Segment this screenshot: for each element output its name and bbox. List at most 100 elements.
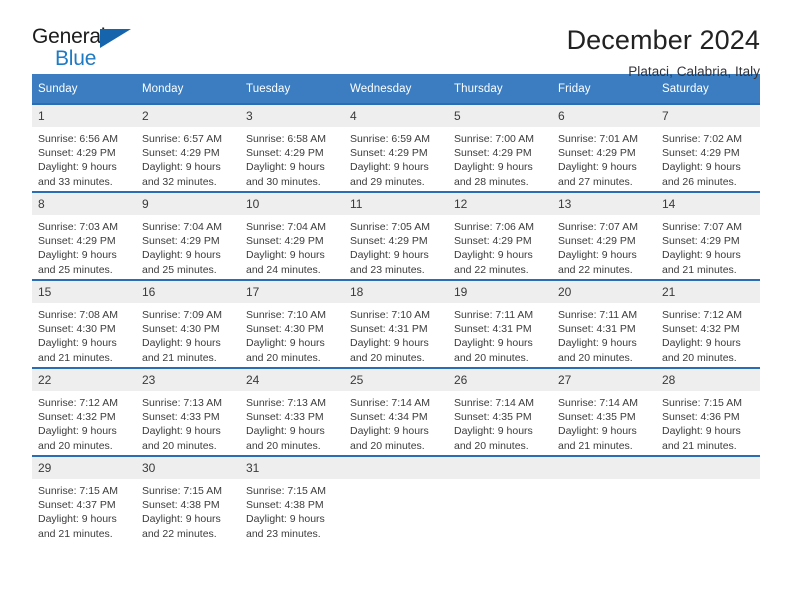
sunset-time: Sunset: 4:35 PM (454, 411, 532, 424)
daylight-duration-line1: Daylight: 9 hours (662, 161, 741, 174)
day-number: 19 (448, 281, 552, 303)
calendar-day-cell[interactable]: 19 Sunrise: 7:11 AM Sunset: 4:31 PM Dayligh… (448, 279, 552, 368)
day-number: 27 (552, 369, 656, 391)
sunset-time: Sunset: 4:29 PM (142, 147, 220, 160)
calendar-day-cell[interactable]: 25 Sunrise: 7:14 AM Sunset: 4:34 PM Dayligh… (344, 367, 448, 456)
calendar-day-cell[interactable]: 6 Sunrise: 7:01 AM Sunset: 4:29 PM Daylight… (552, 103, 656, 192)
calendar-day-cell[interactable]: 21 Sunrise: 7:12 AM Sunset: 4:32 PM Dayligh… (656, 279, 760, 368)
calendar-week-row: 8 Sunrise: 7:03 AM Sunset: 4:29 PM Daylight… (32, 191, 760, 280)
sunrise-time: Sunrise: 7:14 AM (558, 397, 638, 409)
daylight-duration-line1: Daylight: 9 hours (350, 425, 429, 438)
sunset-time: Sunset: 4:36 PM (662, 411, 740, 424)
day-details: Sunrise: 7:15 AM Sunset: 4:37 PM Daylight:… (32, 479, 136, 541)
day-number (344, 457, 448, 479)
calendar-day-cell-empty (552, 455, 656, 543)
calendar-day-cell[interactable]: 4 Sunrise: 6:59 AM Sunset: 4:29 PM Daylight… (344, 103, 448, 192)
day-details: Sunrise: 7:14 AM Sunset: 4:35 PM Daylight:… (552, 391, 656, 453)
sunrise-time: Sunrise: 7:01 AM (558, 133, 638, 145)
calendar-day-cell[interactable]: 31 Sunrise: 7:15 AM Sunset: 4:38 PM Dayligh… (240, 455, 344, 543)
calendar-day-cell[interactable]: 18 Sunrise: 7:10 AM Sunset: 4:31 PM Dayligh… (344, 279, 448, 368)
sunset-time: Sunset: 4:29 PM (454, 235, 532, 248)
calendar-day-cell[interactable]: 1 Sunrise: 6:56 AM Sunset: 4:29 PM Daylight… (32, 103, 136, 192)
sunset-time: Sunset: 4:32 PM (662, 323, 740, 336)
calendar-day-cell[interactable]: 3 Sunrise: 6:58 AM Sunset: 4:29 PM Daylight… (240, 103, 344, 192)
calendar-day-cell[interactable]: 16 Sunrise: 7:09 AM Sunset: 4:30 PM Dayligh… (136, 279, 240, 368)
calendar-day-cell[interactable]: 30 Sunrise: 7:15 AM Sunset: 4:38 PM Dayligh… (136, 455, 240, 543)
calendar-day-cell[interactable]: 20 Sunrise: 7:11 AM Sunset: 4:31 PM Dayligh… (552, 279, 656, 368)
day-number: 15 (32, 281, 136, 303)
daylight-duration-line1: Daylight: 9 hours (350, 337, 429, 350)
day-number: 21 (656, 281, 760, 303)
day-number (448, 457, 552, 479)
blue-triangle-flag-icon (100, 29, 131, 48)
sunrise-time: Sunrise: 7:04 AM (246, 221, 326, 233)
day-number: 11 (344, 193, 448, 215)
daylight-duration-line1: Daylight: 9 hours (38, 337, 117, 350)
calendar-day-cell[interactable]: 22 Sunrise: 7:12 AM Sunset: 4:32 PM Dayligh… (32, 367, 136, 456)
calendar-day-cell[interactable]: 14 Sunrise: 7:07 AM Sunset: 4:29 PM Dayligh… (656, 191, 760, 280)
daylight-duration-line2: and 33 minutes. (38, 175, 113, 188)
sunset-time: Sunset: 4:29 PM (662, 147, 740, 160)
sunset-time: Sunset: 4:33 PM (246, 411, 324, 424)
daylight-duration-line2: and 22 minutes. (558, 263, 633, 276)
daylight-duration-line2: and 20 minutes. (454, 351, 529, 364)
calendar-day-cell[interactable]: 2 Sunrise: 6:57 AM Sunset: 4:29 PM Daylight… (136, 103, 240, 192)
day-details: Sunrise: 7:08 AM Sunset: 4:30 PM Daylight:… (32, 303, 136, 365)
daylight-duration-line2: and 22 minutes. (142, 527, 217, 540)
calendar-day-cell[interactable]: 11 Sunrise: 7:05 AM Sunset: 4:29 PM Dayligh… (344, 191, 448, 280)
calendar-day-cell[interactable]: 13 Sunrise: 7:07 AM Sunset: 4:29 PM Dayligh… (552, 191, 656, 280)
calendar-week-row: 15 Sunrise: 7:08 AM Sunset: 4:30 PM Dayligh… (32, 279, 760, 368)
weekday-header-monday: Monday (136, 74, 240, 104)
page-title: December 2024 (566, 25, 760, 55)
calendar-day-cell[interactable]: 7 Sunrise: 7:02 AM Sunset: 4:29 PM Daylight… (656, 103, 760, 192)
day-number: 9 (136, 193, 240, 215)
day-details: Sunrise: 7:02 AM Sunset: 4:29 PM Daylight:… (656, 127, 760, 189)
daylight-duration-line2: and 21 minutes. (38, 351, 113, 364)
daylight-duration-line1: Daylight: 9 hours (454, 337, 533, 350)
calendar-day-cell[interactable]: 26 Sunrise: 7:14 AM Sunset: 4:35 PM Dayligh… (448, 367, 552, 456)
calendar-body: 1 Sunrise: 6:56 AM Sunset: 4:29 PM Daylight… (32, 103, 760, 543)
sunrise-time: Sunrise: 7:10 AM (350, 309, 430, 321)
calendar-day-cell[interactable]: 15 Sunrise: 7:08 AM Sunset: 4:30 PM Dayligh… (32, 279, 136, 368)
calendar-day-cell[interactable]: 17 Sunrise: 7:10 AM Sunset: 4:30 PM Dayligh… (240, 279, 344, 368)
day-details: Sunrise: 7:11 AM Sunset: 4:31 PM Daylight:… (552, 303, 656, 365)
daylight-duration-line2: and 29 minutes. (350, 175, 425, 188)
day-details: Sunrise: 7:07 AM Sunset: 4:29 PM Daylight:… (656, 215, 760, 277)
daylight-duration-line2: and 25 minutes. (142, 263, 217, 276)
day-details: Sunrise: 7:12 AM Sunset: 4:32 PM Daylight:… (656, 303, 760, 365)
sunrise-time: Sunrise: 7:02 AM (662, 133, 742, 145)
calendar-day-cell[interactable]: 28 Sunrise: 7:15 AM Sunset: 4:36 PM Dayligh… (656, 367, 760, 456)
general-blue-logo: General Blue (32, 26, 142, 72)
daylight-duration-line2: and 20 minutes. (350, 351, 425, 364)
daylight-duration-line2: and 28 minutes. (454, 175, 529, 188)
calendar-day-cell[interactable]: 24 Sunrise: 7:13 AM Sunset: 4:33 PM Dayligh… (240, 367, 344, 456)
calendar-day-cell[interactable]: 12 Sunrise: 7:06 AM Sunset: 4:29 PM Dayligh… (448, 191, 552, 280)
daylight-duration-line1: Daylight: 9 hours (662, 337, 741, 350)
calendar-day-cell-empty (656, 455, 760, 543)
calendar-day-cell[interactable]: 8 Sunrise: 7:03 AM Sunset: 4:29 PM Daylight… (32, 191, 136, 280)
calendar-day-cell[interactable]: 27 Sunrise: 7:14 AM Sunset: 4:35 PM Dayligh… (552, 367, 656, 456)
daylight-duration-line1: Daylight: 9 hours (662, 249, 741, 262)
weekday-header-sunday: Sunday (32, 74, 136, 104)
daylight-duration-line2: and 25 minutes. (38, 263, 113, 276)
day-details: Sunrise: 7:07 AM Sunset: 4:29 PM Daylight:… (552, 215, 656, 277)
daylight-duration-line2: and 22 minutes. (454, 263, 529, 276)
daylight-duration-line1: Daylight: 9 hours (142, 425, 221, 438)
daylight-duration-line2: and 21 minutes. (142, 351, 217, 364)
calendar-day-cell[interactable]: 9 Sunrise: 7:04 AM Sunset: 4:29 PM Daylight… (136, 191, 240, 280)
daylight-duration-line1: Daylight: 9 hours (246, 249, 325, 262)
day-details: Sunrise: 6:56 AM Sunset: 4:29 PM Daylight:… (32, 127, 136, 189)
daylight-duration-line2: and 21 minutes. (38, 527, 113, 540)
calendar-day-cell[interactable]: 29 Sunrise: 7:15 AM Sunset: 4:37 PM Dayligh… (32, 455, 136, 543)
daylight-duration-line2: and 24 minutes. (246, 263, 321, 276)
calendar-day-cell[interactable]: 10 Sunrise: 7:04 AM Sunset: 4:29 PM Dayligh… (240, 191, 344, 280)
sunrise-time: Sunrise: 7:14 AM (454, 397, 534, 409)
sunset-time: Sunset: 4:29 PM (558, 147, 636, 160)
calendar-day-cell[interactable]: 23 Sunrise: 7:13 AM Sunset: 4:33 PM Dayligh… (136, 367, 240, 456)
day-details: Sunrise: 7:00 AM Sunset: 4:29 PM Daylight:… (448, 127, 552, 189)
day-details: Sunrise: 7:12 AM Sunset: 4:32 PM Daylight:… (32, 391, 136, 453)
logo-text-blue: Blue (55, 47, 97, 70)
sunrise-time: Sunrise: 7:12 AM (38, 397, 118, 409)
calendar-day-cell[interactable]: 5 Sunrise: 7:00 AM Sunset: 4:29 PM Daylight… (448, 103, 552, 192)
sunset-time: Sunset: 4:34 PM (350, 411, 428, 424)
